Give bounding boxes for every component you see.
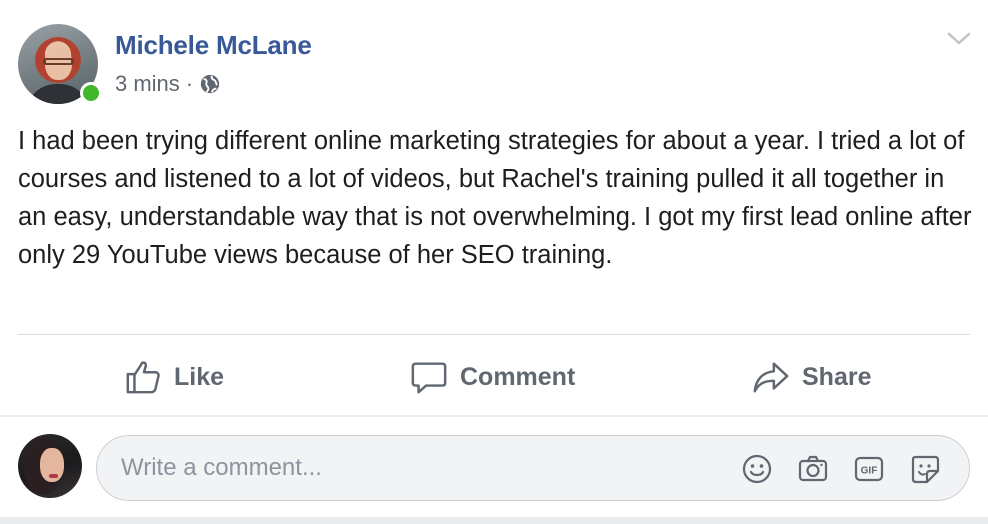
section-separator [0, 415, 988, 417]
comment-label: Comment [460, 362, 576, 391]
thumbs-up-icon [126, 361, 160, 394]
author-avatar[interactable] [18, 24, 102, 106]
facebook-post: Michele McLane 3 mins · I had been tryin… [0, 0, 988, 524]
commenter-avatar[interactable] [18, 434, 82, 498]
like-label: Like [174, 362, 225, 391]
bottom-separator [0, 517, 988, 524]
globe-icon[interactable] [199, 73, 221, 95]
svg-text:GIF: GIF [861, 466, 878, 477]
gif-icon[interactable]: GIF [853, 453, 885, 485]
post-timestamp[interactable]: 3 mins [115, 71, 180, 97]
post-body-text: I had been trying different online marke… [18, 127, 972, 269]
comment-bubble-icon [411, 362, 447, 394]
share-label: Share [802, 362, 872, 391]
comment-input[interactable] [121, 436, 721, 500]
camera-icon[interactable] [797, 453, 829, 485]
online-status-dot [80, 82, 102, 104]
share-button[interactable]: Share [752, 348, 871, 406]
post-actions-bar: Like Comment Share [0, 348, 988, 406]
divider [18, 334, 970, 335]
emoji-icon[interactable] [741, 453, 773, 485]
like-button[interactable]: Like [124, 348, 224, 406]
post-meta: 3 mins · [115, 70, 221, 98]
meta-separator: · [185, 71, 194, 96]
comment-composer: GIF [96, 435, 970, 501]
share-arrow-icon [753, 362, 789, 393]
chevron-down-icon[interactable] [946, 30, 972, 48]
author-name[interactable]: Michele McLane [115, 30, 312, 61]
sticker-icon[interactable] [909, 453, 941, 485]
comment-button[interactable]: Comment [410, 348, 575, 406]
